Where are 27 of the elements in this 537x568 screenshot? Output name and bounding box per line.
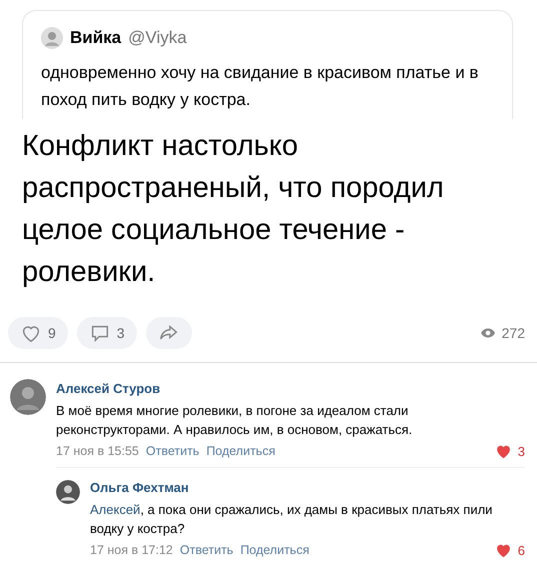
heart-icon[interactable] bbox=[494, 443, 512, 459]
avatar bbox=[41, 27, 63, 49]
comment-button[interactable]: 3 bbox=[76, 317, 137, 349]
post-text: Конфликт настолько распространеный, что породил целое социальное течение - ролевики. bbox=[22, 129, 445, 290]
like-button[interactable]: 9 bbox=[8, 317, 68, 349]
timestamp: 17 ноя в 15:55 bbox=[56, 444, 139, 458]
comment-text: Алексей, а пока они сражались, их дамы в красивых платьях пили водку у костра? bbox=[90, 501, 494, 538]
author-name[interactable]: Ольга Фехтман bbox=[90, 480, 525, 495]
timestamp: 17 ноя в 17:12 bbox=[90, 543, 173, 557]
share-link[interactable]: Поделиться bbox=[206, 444, 276, 458]
author-name: Вийка bbox=[70, 28, 122, 48]
heart-icon[interactable] bbox=[494, 542, 512, 558]
reply-link[interactable]: Ответить bbox=[180, 543, 234, 557]
reply-link[interactable]: Ответить bbox=[146, 444, 200, 458]
author-name[interactable]: Алексей Стуров bbox=[56, 381, 525, 396]
tweet-text: одновременно хочу на свидание в красивом платье и в поход пить водку у костра. bbox=[41, 62, 480, 111]
view-count: 272 bbox=[502, 325, 525, 341]
avatar[interactable] bbox=[56, 480, 80, 504]
like-count: 3 bbox=[518, 444, 525, 458]
comment-text: В моё время многие ролевики, в погоне за идеалом стали реконструкторами. А нравилось им, в основом, сражаться. bbox=[56, 402, 414, 439]
like-count: 6 bbox=[518, 542, 525, 558]
share-button[interactable] bbox=[146, 317, 192, 349]
share-link[interactable]: Поделиться bbox=[240, 543, 310, 557]
eye-icon bbox=[480, 327, 496, 339]
mention-link[interactable]: Алексей bbox=[90, 502, 140, 517]
avatar[interactable] bbox=[10, 379, 46, 415]
author-handle: @Viyka bbox=[128, 28, 187, 48]
